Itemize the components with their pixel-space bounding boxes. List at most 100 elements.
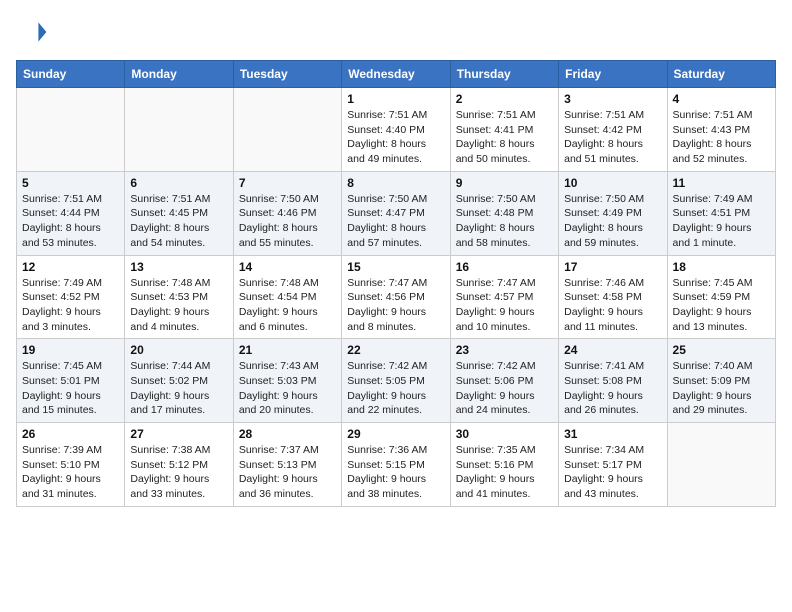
- calendar-cell: [233, 88, 341, 172]
- day-info: Sunrise: 7:50 AMSunset: 4:46 PMDaylight:…: [239, 192, 336, 251]
- calendar-cell: 3Sunrise: 7:51 AMSunset: 4:42 PMDaylight…: [559, 88, 667, 172]
- day-info: Sunrise: 7:46 AMSunset: 4:58 PMDaylight:…: [564, 276, 661, 335]
- daylight-text-line2: and 55 minutes.: [239, 237, 314, 249]
- calendar-cell: 10Sunrise: 7:50 AMSunset: 4:49 PMDayligh…: [559, 171, 667, 255]
- day-number: 8: [347, 176, 444, 190]
- daylight-text-line1: Daylight: 8 hours: [347, 138, 426, 150]
- daylight-text-line2: and 20 minutes.: [239, 404, 314, 416]
- day-info: Sunrise: 7:34 AMSunset: 5:17 PMDaylight:…: [564, 443, 661, 502]
- sunrise-text: Sunrise: 7:39 AM: [22, 444, 102, 456]
- calendar-day-header: Wednesday: [342, 61, 450, 88]
- calendar-week-row: 19Sunrise: 7:45 AMSunset: 5:01 PMDayligh…: [17, 339, 776, 423]
- sunrise-text: Sunrise: 7:48 AM: [130, 277, 210, 289]
- sunset-text: Sunset: 5:17 PM: [564, 459, 642, 471]
- daylight-text-line2: and 57 minutes.: [347, 237, 422, 249]
- sunset-text: Sunset: 4:58 PM: [564, 291, 642, 303]
- sunrise-text: Sunrise: 7:51 AM: [347, 109, 427, 121]
- day-number: 17: [564, 260, 661, 274]
- sunset-text: Sunset: 4:52 PM: [22, 291, 100, 303]
- daylight-text-line1: Daylight: 8 hours: [564, 222, 643, 234]
- daylight-text-line1: Daylight: 9 hours: [239, 306, 318, 318]
- daylight-text-line2: and 51 minutes.: [564, 153, 639, 165]
- calendar-week-row: 1Sunrise: 7:51 AMSunset: 4:40 PMDaylight…: [17, 88, 776, 172]
- day-number: 1: [347, 92, 444, 106]
- calendar-cell: 27Sunrise: 7:38 AMSunset: 5:12 PMDayligh…: [125, 423, 233, 507]
- day-number: 7: [239, 176, 336, 190]
- day-number: 29: [347, 427, 444, 441]
- day-number: 6: [130, 176, 227, 190]
- calendar-day-header: Sunday: [17, 61, 125, 88]
- calendar-cell: 19Sunrise: 7:45 AMSunset: 5:01 PMDayligh…: [17, 339, 125, 423]
- page-header: [16, 16, 776, 48]
- calendar-cell: [17, 88, 125, 172]
- day-number: 20: [130, 343, 227, 357]
- day-info: Sunrise: 7:50 AMSunset: 4:49 PMDaylight:…: [564, 192, 661, 251]
- sunset-text: Sunset: 5:06 PM: [456, 375, 534, 387]
- daylight-text-line2: and 59 minutes.: [564, 237, 639, 249]
- day-number: 27: [130, 427, 227, 441]
- day-info: Sunrise: 7:44 AMSunset: 5:02 PMDaylight:…: [130, 359, 227, 418]
- sunset-text: Sunset: 5:05 PM: [347, 375, 425, 387]
- calendar-cell: 2Sunrise: 7:51 AMSunset: 4:41 PMDaylight…: [450, 88, 558, 172]
- calendar-cell: 23Sunrise: 7:42 AMSunset: 5:06 PMDayligh…: [450, 339, 558, 423]
- sunrise-text: Sunrise: 7:47 AM: [347, 277, 427, 289]
- day-number: 16: [456, 260, 553, 274]
- day-info: Sunrise: 7:45 AMSunset: 4:59 PMDaylight:…: [673, 276, 770, 335]
- sunset-text: Sunset: 5:01 PM: [22, 375, 100, 387]
- sunrise-text: Sunrise: 7:45 AM: [22, 360, 102, 372]
- day-info: Sunrise: 7:37 AMSunset: 5:13 PMDaylight:…: [239, 443, 336, 502]
- calendar-cell: 17 Sunrise: 7:46 AMSunset: 4:58 PMDayligh…: [559, 255, 667, 339]
- sunset-text: Sunset: 4:56 PM: [347, 291, 425, 303]
- calendar-day-header: Tuesday: [233, 61, 341, 88]
- day-number: 25: [673, 343, 770, 357]
- daylight-text-line2: and 3 minutes.: [22, 321, 91, 333]
- day-info: Sunrise: 7:51 AMSunset: 4:45 PMDaylight:…: [130, 192, 227, 251]
- calendar-day-header: Friday: [559, 61, 667, 88]
- calendar-cell: [667, 423, 775, 507]
- day-number: 5: [22, 176, 119, 190]
- day-info: Sunrise: 7:35 AMSunset: 5:16 PMDaylight:…: [456, 443, 553, 502]
- sunset-text: Sunset: 5:15 PM: [347, 459, 425, 471]
- day-number: 13: [130, 260, 227, 274]
- daylight-text-line1: Daylight: 9 hours: [564, 306, 643, 318]
- day-info: Sunrise: 7:51 AMSunset: 4:41 PMDaylight:…: [456, 108, 553, 167]
- daylight-text-line1: Daylight: 9 hours: [347, 306, 426, 318]
- sunrise-text: Sunrise: 7:42 AM: [347, 360, 427, 372]
- daylight-text-line1: Daylight: 8 hours: [347, 222, 426, 234]
- daylight-text-line2: and 52 minutes.: [673, 153, 748, 165]
- sunset-text: Sunset: 4:57 PM: [456, 291, 534, 303]
- daylight-text-line2: and 54 minutes.: [130, 237, 205, 249]
- daylight-text-line1: Daylight: 9 hours: [673, 390, 752, 402]
- daylight-text-line1: Daylight: 9 hours: [456, 390, 535, 402]
- calendar-cell: 31Sunrise: 7:34 AMSunset: 5:17 PMDayligh…: [559, 423, 667, 507]
- calendar-week-row: 12Sunrise: 7:49 AMSunset: 4:52 PMDayligh…: [17, 255, 776, 339]
- daylight-text-line2: and 11 minutes.: [564, 321, 638, 333]
- calendar-cell: 18Sunrise: 7:45 AMSunset: 4:59 PMDayligh…: [667, 255, 775, 339]
- calendar-cell: 1Sunrise: 7:51 AMSunset: 4:40 PMDaylight…: [342, 88, 450, 172]
- sunrise-text: Sunrise: 7:41 AM: [564, 360, 644, 372]
- daylight-text-line2: and 1 minute.: [673, 237, 737, 249]
- daylight-text-line1: Daylight: 8 hours: [239, 222, 318, 234]
- daylight-text-line1: Daylight: 9 hours: [564, 390, 643, 402]
- daylight-text-line1: Daylight: 9 hours: [130, 306, 209, 318]
- calendar-week-row: 26Sunrise: 7:39 AMSunset: 5:10 PMDayligh…: [17, 423, 776, 507]
- daylight-text-line2: and 53 minutes.: [22, 237, 97, 249]
- day-info: Sunrise: 7:50 AMSunset: 4:47 PMDaylight:…: [347, 192, 444, 251]
- day-info: Sunrise: 7:47 AMSunset: 4:57 PMDaylight:…: [456, 276, 553, 335]
- calendar-cell: [125, 88, 233, 172]
- daylight-text-line2: and 26 minutes.: [564, 404, 639, 416]
- sunset-text: Sunset: 4:44 PM: [22, 207, 100, 219]
- calendar-day-header: Thursday: [450, 61, 558, 88]
- sunrise-text: Sunrise: 7:51 AM: [22, 193, 102, 205]
- daylight-text-line2: and 4 minutes.: [130, 321, 199, 333]
- daylight-text-line1: Daylight: 9 hours: [347, 390, 426, 402]
- calendar-cell: 22Sunrise: 7:42 AMSunset: 5:05 PMDayligh…: [342, 339, 450, 423]
- day-number: 26: [22, 427, 119, 441]
- day-info: Sunrise: 7:48 AMSunset: 4:53 PMDaylight:…: [130, 276, 227, 335]
- daylight-text-line1: Daylight: 9 hours: [347, 473, 426, 485]
- daylight-text-line2: and 29 minutes.: [673, 404, 748, 416]
- daylight-text-line2: and 58 minutes.: [456, 237, 531, 249]
- sunrise-text: Sunrise: 7:34 AM: [564, 444, 644, 456]
- sunrise-text: Sunrise: 7:35 AM: [456, 444, 536, 456]
- day-number: 28: [239, 427, 336, 441]
